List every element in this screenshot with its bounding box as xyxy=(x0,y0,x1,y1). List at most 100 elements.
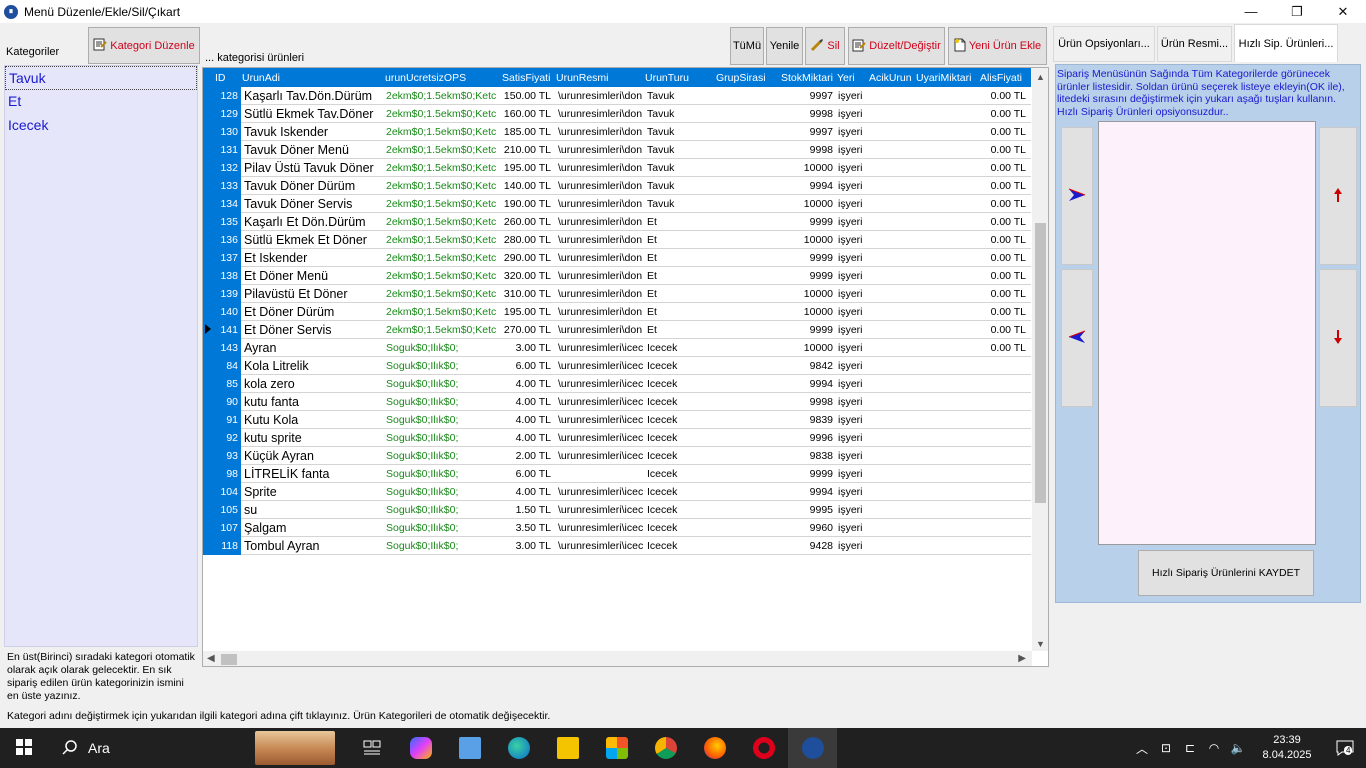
add-product-button[interactable]: Yeni Ürün Ekle xyxy=(948,27,1047,65)
table-row[interactable]: 85 kola zero Soguk$0;Ilık$0; 4.00 TL \urunre… xyxy=(203,375,1031,393)
move-up-button[interactable] xyxy=(1319,127,1357,265)
vertical-scrollbar[interactable]: ▲ ▼ xyxy=(1032,68,1048,651)
computer-icon[interactable] xyxy=(445,728,494,768)
table-row[interactable]: 118 Tombul Ayran Soguk$0;Ilık$0; 3.00 TL \ur… xyxy=(203,537,1031,555)
table-row[interactable]: 132 Pilav Üstü Tavuk Döner 2ekm$0;1.5ekm$0… xyxy=(203,159,1031,177)
column-header-grupsirasi[interactable]: GrupSirasi xyxy=(716,72,766,84)
table-row[interactable]: 136 Sütlü Ekmek Et Döner 2ekm$0;1.5ekm$0;K… xyxy=(203,231,1031,249)
column-header-ops[interactable]: urunUcretsizOPS xyxy=(385,72,466,84)
store-icon[interactable] xyxy=(592,728,641,768)
table-row[interactable]: 138 Et Döner Menü 2ekm$0;1.5ekm$0;Ketc 320.… xyxy=(203,267,1031,285)
table-row[interactable]: 143 Ayran Soguk$0;Ilık$0; 3.00 TL \urunresim… xyxy=(203,339,1031,357)
volume-icon[interactable]: 🔈 xyxy=(1226,741,1250,755)
table-row[interactable]: 131 Tavuk Döner Menü 2ekm$0;1.5ekm$0;Ketc 2… xyxy=(203,141,1031,159)
row-header xyxy=(203,519,215,537)
wifi-icon[interactable]: ◠ xyxy=(1202,741,1226,755)
table-row[interactable]: 135 Kaşarlı Et Dön.Dürüm 2ekm$0;1.5ekm$0;K… xyxy=(203,213,1031,231)
edge-icon[interactable] xyxy=(494,728,543,768)
network-adapter-icon[interactable]: ⊏ xyxy=(1178,741,1202,755)
remove-from-list-button[interactable] xyxy=(1061,269,1093,407)
column-header-alisfiyati[interactable]: AlisFiyati xyxy=(980,72,1022,84)
cell-id: 107 xyxy=(215,519,241,537)
scroll-right-icon[interactable]: ▶ xyxy=(1018,653,1026,664)
cell-location: işyeri xyxy=(838,288,863,300)
vertical-scroll-thumb[interactable] xyxy=(1035,223,1046,503)
save-quick-order-button[interactable]: Hızlı Sipariş Ürünlerini KAYDET xyxy=(1138,550,1314,596)
all-button[interactable]: TüMü xyxy=(730,27,764,65)
table-row[interactable]: 141 Et Döner Servis 2ekm$0;1.5ekm$0;Ketc 27… xyxy=(203,321,1031,339)
table-row[interactable]: 137 Et Iskender 2ekm$0;1.5ekm$0;Ketc 290.00… xyxy=(203,249,1031,267)
edit-product-button[interactable]: Düzelt/Değiştir xyxy=(848,27,945,65)
firefox-icon[interactable] xyxy=(690,728,739,768)
app-taskbar-icon[interactable] xyxy=(788,728,837,768)
cell-purchase-price: 0.00 TL xyxy=(990,270,1026,282)
cell-name: Sütlü Ekmek Tav.Döner xyxy=(244,107,374,121)
column-header-acikurun[interactable]: AcikUrun xyxy=(869,72,912,84)
delete-button[interactable]: Sil xyxy=(805,27,845,65)
chevron-up-icon[interactable]: ︿ xyxy=(1130,740,1154,757)
edit-category-button[interactable]: Kategori Düzenle xyxy=(88,27,200,64)
column-header-urunadi[interactable]: UrunAdi xyxy=(242,72,280,84)
table-row[interactable]: 84 Kola Litrelik Soguk$0;Ilık$0; 6.00 TL \ur… xyxy=(203,357,1031,375)
table-row[interactable]: 129 Sütlü Ekmek Tav.Döner 2ekm$0;1.5ekm$0;… xyxy=(203,105,1031,123)
minimize-button[interactable]: — xyxy=(1228,0,1274,23)
table-row[interactable]: 107 Şalgam Soguk$0;Ilık$0; 3.50 TL \urunresi… xyxy=(203,519,1031,537)
table-row[interactable]: 98 LİTRELİK fanta Soguk$0;Ilık$0; 6.00 TL Ic… xyxy=(203,465,1031,483)
cell-image-path: \urunresimleri\icec xyxy=(558,504,644,516)
horizontal-scrollbar[interactable]: ◀ ▶ xyxy=(203,651,1032,666)
cell-category: Icecek xyxy=(647,468,678,480)
cell-id: 104 xyxy=(215,483,241,501)
search-highlight-image[interactable] xyxy=(255,731,335,765)
start-button[interactable] xyxy=(0,728,48,768)
opera-icon[interactable] xyxy=(739,728,788,768)
notification-button[interactable]: 4 xyxy=(1324,740,1366,756)
table-row[interactable]: 93 Küçük Ayran Soguk$0;Ilık$0; 2.00 TL \urun… xyxy=(203,447,1031,465)
file-explorer-icon[interactable] xyxy=(543,728,592,768)
task-view-icon[interactable] xyxy=(347,728,396,768)
category-item-et[interactable]: Et xyxy=(5,90,197,114)
copilot-icon[interactable] xyxy=(396,728,445,768)
tab-hizli-siparis[interactable]: Hızlı Sip. Ürünleri... xyxy=(1234,24,1338,62)
clock[interactable]: 23:39 8.04.2025 xyxy=(1250,733,1324,763)
chrome-icon[interactable] xyxy=(641,728,690,768)
add-to-list-button[interactable] xyxy=(1061,127,1093,265)
table-row[interactable]: 134 Tavuk Döner Servis 2ekm$0;1.5ekm$0;Ket… xyxy=(203,195,1031,213)
column-header-uruntur[interactable]: UrunTuru xyxy=(645,72,689,84)
table-row[interactable]: 139 Pilavüstü Et Döner 2ekm$0;1.5ekm$0;Ket… xyxy=(203,285,1031,303)
column-header-stokmiktari[interactable]: StokMiktari xyxy=(781,72,833,84)
table-row[interactable]: 91 Kutu Kola Soguk$0;Ilık$0; 4.00 TL \urunre… xyxy=(203,411,1031,429)
column-header-urunresmi[interactable]: UrunResmi xyxy=(556,72,609,84)
move-down-button[interactable] xyxy=(1319,269,1357,407)
scroll-down-icon[interactable]: ▼ xyxy=(1036,639,1045,649)
footer-note: Kategori adını değiştirmek için yukarıda… xyxy=(7,710,551,722)
scroll-left-icon[interactable]: ◀ xyxy=(207,653,215,664)
column-header-satisfiyati[interactable]: SatisFiyati xyxy=(502,72,550,84)
column-header-id[interactable]: ID xyxy=(215,72,226,84)
column-header-uyarimiktari[interactable]: UyariMiktari xyxy=(916,72,971,84)
cell-price: 185.00 TL xyxy=(503,126,551,138)
cell-options: 2ekm$0;1.5ekm$0;Ketc xyxy=(386,162,497,174)
table-row[interactable]: 105 su Soguk$0;Ilık$0; 1.50 TL \urunresimler… xyxy=(203,501,1031,519)
tab-urun-opsiyonlari[interactable]: Ürün Opsiyonları... xyxy=(1053,26,1155,62)
horizontal-scroll-thumb[interactable] xyxy=(221,654,237,665)
category-item-tavuk[interactable]: Tavuk xyxy=(5,66,197,90)
quick-order-list[interactable] xyxy=(1098,121,1316,545)
table-row[interactable]: 90 kutu fanta Soguk$0;Ilık$0; 4.00 TL \urunr… xyxy=(203,393,1031,411)
cell-category: Icecek xyxy=(647,342,678,354)
table-row[interactable]: 130 Tavuk Iskender 2ekm$0;1.5ekm$0;Ketc 185… xyxy=(203,123,1031,141)
scroll-up-icon[interactable]: ▲ xyxy=(1036,72,1045,82)
table-row[interactable]: 104 Sprite Soguk$0;Ilık$0; 4.00 TL \urunresi… xyxy=(203,483,1031,501)
table-row[interactable]: 133 Tavuk Döner Dürüm 2ekm$0;1.5ekm$0;Ketc… xyxy=(203,177,1031,195)
tab-urun-resmi[interactable]: Ürün Resmi... xyxy=(1157,26,1232,62)
column-header-yeri[interactable]: Yeri xyxy=(837,72,855,84)
table-row[interactable]: 140 Et Döner Dürüm 2ekm$0;1.5ekm$0;Ketc 195… xyxy=(203,303,1031,321)
maximize-button[interactable]: ❐ xyxy=(1274,0,1320,23)
table-row[interactable]: 92 kutu sprite Soguk$0;Ilık$0; 4.00 TL \urun… xyxy=(203,429,1031,447)
taskbar-search[interactable]: Ara xyxy=(48,728,245,768)
meet-icon[interactable]: ⊡ xyxy=(1154,741,1178,755)
refresh-button[interactable]: Yenile xyxy=(766,27,803,65)
cell-id: 90 xyxy=(215,393,241,411)
table-row[interactable]: 128 Kaşarlı Tav.Dön.Dürüm 2ekm$0;1.5ekm$0;… xyxy=(203,87,1031,105)
category-item-icecek[interactable]: Icecek xyxy=(5,114,197,138)
close-button[interactable]: ✕ xyxy=(1320,0,1366,23)
